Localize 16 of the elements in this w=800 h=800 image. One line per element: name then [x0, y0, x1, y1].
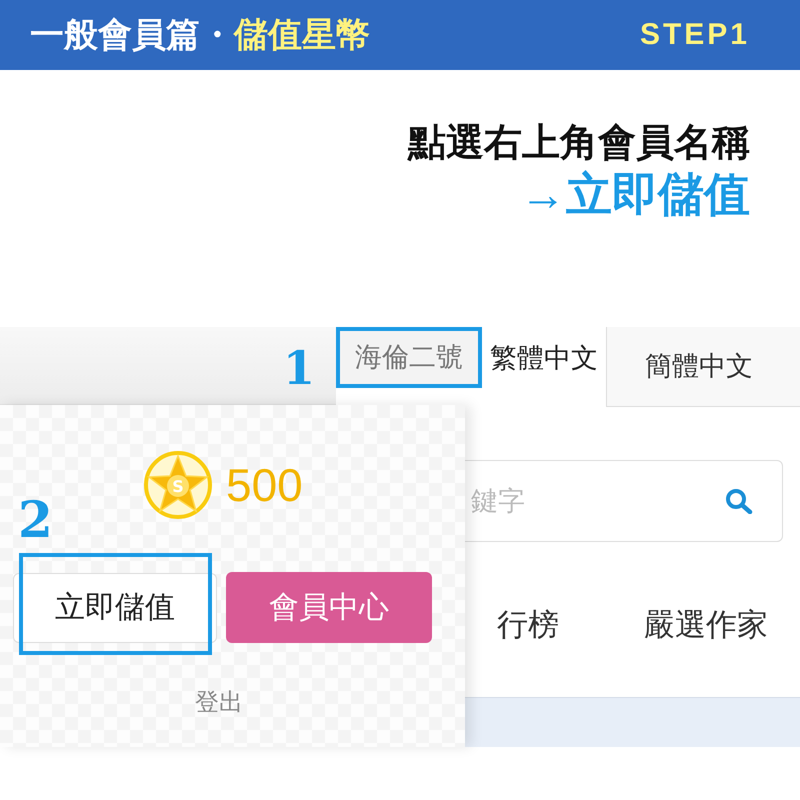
nav-link[interactable]: 行榜: [497, 602, 559, 648]
top-up-button[interactable]: 立即儲值: [13, 572, 217, 642]
step-label: STEP1: [640, 20, 750, 50]
header-title: 一般會員篇・儲值星幣: [30, 18, 370, 52]
username-link[interactable]: 海倫二號: [355, 337, 463, 378]
member-center-button[interactable]: 會員中心: [226, 572, 432, 643]
language-tab[interactable]: 簡體中文: [606, 327, 800, 407]
step-marker: 1: [282, 345, 315, 391]
coin-balance: 500: [226, 462, 303, 508]
star-coin-icon: S: [143, 450, 213, 520]
nav-link[interactable]: 嚴選作家: [644, 602, 768, 648]
instruction-highlight: →立即儲值: [520, 167, 750, 222]
instruction-text: 點選右上角會員名稱: [408, 121, 750, 166]
search-icon[interactable]: [725, 488, 753, 514]
search-field[interactable]: 鍵字: [465, 460, 783, 542]
step-marker: 2: [18, 495, 53, 545]
